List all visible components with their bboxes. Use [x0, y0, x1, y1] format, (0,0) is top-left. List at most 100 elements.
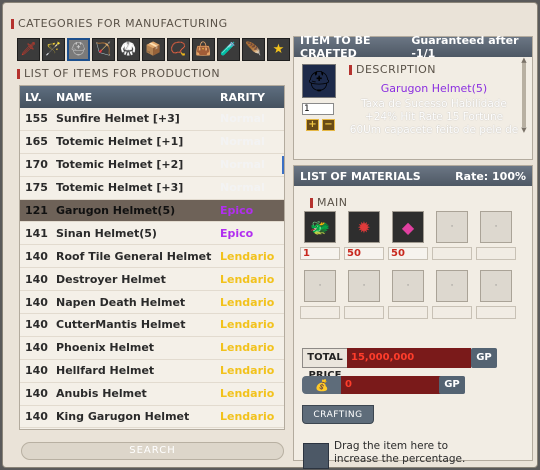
categories-title: CATEGORIES FOR MANUFACTURING [11, 17, 228, 30]
item-description: Taxa de Sucesso Habilidade +24% Hit Rate… [349, 98, 519, 136]
category-necklace[interactable]: 📿 [167, 38, 190, 61]
list-row[interactable]: 140 King Garugon Helmet Lendario [20, 406, 284, 429]
list-row[interactable]: 140 Roof Tile General Helmet Lendario [20, 245, 284, 269]
item-level: 165 [25, 135, 48, 149]
list-title: LIST OF ITEMS FOR PRODUCTION [17, 67, 220, 80]
craft-title: ITEM TO BE CRAFTED [300, 34, 371, 60]
category-potion[interactable]: 🧪 [217, 38, 240, 61]
category-bag[interactable]: 👜 [192, 38, 215, 61]
title-marker [349, 64, 352, 75]
empty-material-slot[interactable]: · [480, 270, 512, 302]
list-row[interactable]: 140 Phoenix Helmet Lendario [20, 337, 284, 360]
item-rarity: Lendario [220, 272, 275, 286]
item-level: 170 [25, 158, 48, 172]
item-name-cell: Hellfard Helmet [56, 364, 155, 378]
crafted-item-slot[interactable]: ⛑ [302, 64, 336, 98]
list-row[interactable]: 140 Destroyer Helmet Lendario [20, 268, 284, 292]
armor-icon: 🥋 [120, 42, 137, 57]
category-crossbow[interactable]: 🏹 [92, 38, 115, 61]
category-sword[interactable]: 🗡 [17, 38, 40, 61]
gold-coins-icon: 💰 [302, 376, 342, 394]
empty-material-slot[interactable]: · [480, 211, 512, 243]
materials-panel: LIST OF MATERIALS Rate: 100% MAIN 🐲 1 ✹ 50 ◆… [293, 165, 533, 469]
list-row[interactable]: 140 Napen Death Helmet Lendario [20, 291, 284, 315]
category-wings[interactable]: 🪶 [242, 38, 265, 61]
empty-count [476, 247, 516, 260]
empty-material-slot[interactable]: · [392, 270, 424, 302]
item-rarity: Lendario [220, 410, 275, 424]
category-box[interactable]: 📦 [142, 38, 165, 61]
item-rarity: Lendario [220, 249, 275, 263]
item-rarity: Normal [220, 135, 265, 149]
pink-gem-icon: ◆ [401, 217, 415, 237]
list-row[interactable]: 165 Totemic Helmet [+1] Normal [20, 131, 284, 154]
bag-icon: 👜 [195, 42, 212, 57]
item-rarity: Lendario [220, 387, 275, 401]
category-icons: 🗡 🪄 ⛑ 🏹 🥋 📦 📿 👜 🧪 🪶 ★ [17, 38, 290, 61]
empty-count [388, 306, 428, 319]
materials-panel-header: LIST OF MATERIALS Rate: 100% [294, 166, 532, 186]
list-row[interactable]: 175 Totemic Helmet [+3] Normal [20, 177, 284, 200]
empty-material-slot[interactable]: · [436, 270, 468, 302]
item-level: 140 [25, 387, 48, 401]
list-row[interactable]: 140 Anubis Helmet Lendario [20, 383, 284, 406]
material-count: 50 [388, 247, 428, 260]
rate-text: Rate: 100% [455, 169, 526, 183]
empty-material-slot[interactable]: · [304, 270, 336, 302]
item-level: 140 [25, 341, 48, 355]
creature-icon: 🐲 [310, 217, 330, 237]
list-row[interactable]: 140 CutterMantis Helmet Lendario [20, 314, 284, 337]
guarantee-text: Guaranteed after -1/1 [411, 34, 519, 60]
empty-material-slot[interactable]: · [436, 211, 468, 243]
title-marker [11, 18, 14, 29]
category-staff[interactable]: 🪄 [42, 38, 65, 61]
list-row[interactable]: 121 Garugon Helmet(5) Epico [20, 199, 284, 223]
list-row[interactable]: 141 Sinan Helmet(5) Epico [20, 222, 284, 246]
category-helmet[interactable]: ⛑ [67, 38, 90, 61]
item-rarity: Lendario [220, 364, 275, 378]
category-armor[interactable]: 🥋 [117, 38, 140, 61]
header-name: NAME [56, 90, 93, 104]
item-level: 175 [25, 181, 48, 195]
plus-button[interactable]: + [306, 119, 319, 131]
empty-count [476, 306, 516, 319]
item-rarity: Epico [220, 226, 254, 240]
material-slot[interactable]: ✹ [348, 211, 380, 243]
gp-label: GP [439, 376, 465, 394]
item-rarity: Lendario [220, 318, 275, 332]
list-title-text: LIST OF ITEMS FOR PRODUCTION [24, 67, 221, 80]
production-list: LV. NAME RARITY 155 Sunfire Helmet [+3] No… [19, 85, 285, 430]
material-slot[interactable]: ◆ [392, 211, 424, 243]
item-level: 155 [25, 112, 48, 126]
empty-count [300, 306, 340, 319]
minus-button[interactable]: − [322, 119, 335, 131]
item-name-cell: Garugon Helmet(5) [56, 204, 176, 217]
empty-material-slot[interactable]: · [348, 270, 380, 302]
drop-hint-text: Drag the item here to increase the perce… [334, 440, 466, 465]
item-name-cell: Totemic Helmet [+2] [56, 158, 184, 172]
item-level: 140 [25, 249, 48, 263]
list-rows: 155 Sunfire Helmet [+3] Normal 165 Totemic H… [20, 108, 284, 429]
search-button[interactable]: SEARCH [21, 442, 284, 460]
list-row[interactable]: 155 Sunfire Helmet [+3] Normal [20, 108, 284, 131]
list-scrollbar[interactable] [282, 156, 284, 174]
crafting-button[interactable]: CRAFTING [302, 405, 374, 424]
list-row[interactable]: 140 Hellfard Helmet Lendario [20, 360, 284, 383]
header-lv: LV. [25, 90, 42, 104]
scroll-up-icon[interactable]: ▲ [520, 57, 528, 64]
wings-icon: 🪶 [245, 42, 262, 57]
item-name-cell: Destroyer Helmet [56, 272, 166, 286]
description-scrollbar[interactable]: ▲ ▼ [521, 57, 526, 134]
scroll-down-icon[interactable]: ▼ [520, 127, 528, 134]
material-count: 50 [344, 247, 384, 260]
description-box: DESCRIPTION Garugon Helmet(5) Taxa de Su… [349, 63, 519, 137]
manufacturing-window: CATEGORIES FOR MANUFACTURING 🗡 🪄 ⛑ 🏹 🥋 📦 📿 👜 🧪 🪶 ★… [2, 2, 538, 469]
drop-slot[interactable] [303, 443, 329, 469]
list-row[interactable]: 170 Totemic Helmet [+2] Normal [20, 154, 284, 177]
total-gp-label: GP [471, 348, 497, 368]
gp-input[interactable]: 0 [341, 376, 441, 394]
quantity-input[interactable]: 1 [302, 103, 334, 115]
item-name-cell: CutterMantis Helmet [56, 318, 186, 332]
category-star[interactable]: ★ [267, 38, 290, 61]
material-slot[interactable]: 🐲 [304, 211, 336, 243]
